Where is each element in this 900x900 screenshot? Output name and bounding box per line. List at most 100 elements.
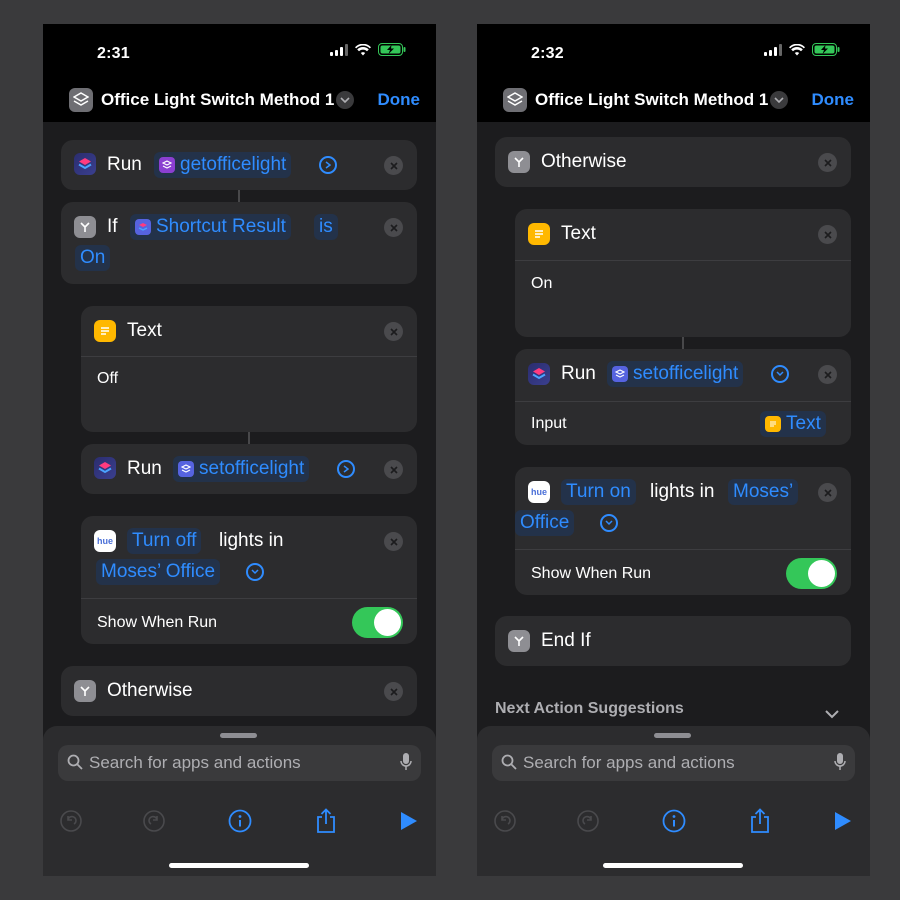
- play-icon[interactable]: [829, 808, 855, 834]
- action-sheet: Search for apps and actions: [43, 726, 436, 876]
- room-token[interactable]: Moses’: [728, 479, 799, 505]
- input-variable-token[interactable]: Text: [760, 411, 826, 437]
- close-icon[interactable]: [384, 532, 403, 551]
- hue-action-card[interactable]: hue Turn off lights in Moses’ Office Sho…: [81, 516, 417, 644]
- variable-name: Shortcut Result: [156, 216, 286, 237]
- play-icon[interactable]: [395, 808, 421, 834]
- microphone-icon[interactable]: [834, 753, 846, 776]
- connector-line: [238, 190, 240, 202]
- shortcut-name: setofficelight: [633, 363, 739, 384]
- shortcut-title[interactable]: Office Light Switch Method 1: [101, 90, 334, 110]
- otherwise-action-card[interactable]: Otherwise: [495, 137, 851, 187]
- redo-icon[interactable]: [141, 808, 167, 834]
- search-placeholder: Search for apps and actions: [523, 753, 735, 772]
- run-action-card[interactable]: Run setofficelight: [81, 444, 417, 494]
- show-when-run-label: Show When Run: [531, 565, 652, 582]
- text-action-title: Text: [561, 223, 596, 244]
- run-label: Run: [107, 154, 142, 175]
- operator-value: is: [319, 216, 333, 237]
- text-content-field[interactable]: On: [531, 275, 552, 293]
- share-icon[interactable]: [313, 808, 339, 834]
- room-value: Moses’ Office: [101, 561, 216, 582]
- shortcuts-icon: [74, 153, 96, 175]
- show-when-run-toggle[interactable]: [786, 558, 837, 589]
- share-icon[interactable]: [747, 808, 773, 834]
- shortcut-token[interactable]: setofficelight: [607, 361, 744, 387]
- room-token-continued[interactable]: Office: [515, 510, 575, 536]
- shortcut-title[interactable]: Office Light Switch Method 1: [535, 90, 768, 110]
- chevron-down-icon[interactable]: [770, 91, 788, 109]
- close-icon[interactable]: [818, 153, 837, 172]
- text-action-card[interactable]: Text On: [515, 209, 851, 337]
- status-bar: 2:32: [477, 24, 870, 82]
- action-sheet: Search for apps and actions: [477, 726, 870, 876]
- close-icon[interactable]: [384, 682, 403, 701]
- hue-icon: hue: [94, 530, 116, 552]
- conditional-icon: [508, 630, 530, 652]
- chevron-down-icon[interactable]: [771, 365, 789, 383]
- expand-chevron-icon[interactable]: [337, 460, 355, 478]
- end-if-action-card[interactable]: End If: [495, 616, 851, 666]
- shortcut-token[interactable]: setofficelight: [173, 456, 310, 482]
- chevron-down-icon[interactable]: [336, 91, 354, 109]
- signal-icon: [330, 43, 348, 61]
- action-token[interactable]: Turn on: [561, 479, 636, 505]
- variable-token[interactable]: Shortcut Result: [130, 214, 291, 240]
- connector-text: lights in: [219, 530, 284, 551]
- chevron-down-icon[interactable]: [600, 514, 618, 532]
- run-action-card[interactable]: Run setofficelight Input Text: [515, 349, 851, 445]
- shortcuts-icon: [69, 88, 93, 112]
- close-icon[interactable]: [384, 218, 403, 237]
- show-when-run-label: Show When Run: [97, 614, 218, 631]
- show-when-run-toggle[interactable]: [352, 607, 403, 638]
- chevron-down-icon[interactable]: [246, 563, 264, 581]
- info-icon[interactable]: [227, 808, 253, 834]
- shortcuts-icon: [159, 157, 175, 173]
- undo-icon[interactable]: [58, 808, 84, 834]
- signal-icon: [764, 43, 782, 61]
- expand-chevron-icon[interactable]: [319, 156, 337, 174]
- connector-line: [248, 432, 250, 444]
- undo-icon[interactable]: [492, 808, 518, 834]
- divider: [81, 356, 417, 357]
- connector-text: lights in: [650, 481, 715, 502]
- close-icon[interactable]: [818, 483, 837, 502]
- info-icon[interactable]: [661, 808, 687, 834]
- text-action-card[interactable]: Text Off: [81, 306, 417, 432]
- shortcuts-icon: [528, 363, 550, 385]
- close-icon[interactable]: [818, 225, 837, 244]
- room-token[interactable]: Moses’ Office: [96, 559, 221, 585]
- search-field[interactable]: Search for apps and actions: [492, 745, 855, 781]
- if-action-card[interactable]: If Shortcut Result is On: [61, 202, 417, 284]
- microphone-icon[interactable]: [400, 753, 412, 776]
- divider: [515, 260, 851, 261]
- close-icon[interactable]: [384, 156, 403, 175]
- otherwise-action-card[interactable]: Otherwise: [61, 666, 417, 716]
- shortcuts-icon: [135, 219, 151, 235]
- operator-token[interactable]: is: [314, 214, 338, 240]
- run-action-card[interactable]: Run getofficelight: [61, 140, 417, 190]
- bottom-toolbar: [43, 798, 436, 846]
- phone-screen-left: 2:31 Office Light Switch Method 1 Done R…: [43, 24, 436, 876]
- close-icon[interactable]: [384, 322, 403, 341]
- otherwise-label: Otherwise: [541, 151, 627, 172]
- sheet-grabber[interactable]: [220, 733, 257, 738]
- done-button[interactable]: Done: [378, 90, 421, 110]
- value-token[interactable]: On: [75, 245, 111, 271]
- search-field[interactable]: Search for apps and actions: [58, 745, 421, 781]
- text-content-field[interactable]: Off: [97, 370, 118, 388]
- hue-action-card[interactable]: hue Turn on lights in Moses’ Office Show…: [515, 467, 851, 595]
- close-icon[interactable]: [384, 460, 403, 479]
- home-indicator: [603, 863, 743, 868]
- action-value: Turn off: [132, 530, 197, 551]
- done-button[interactable]: Done: [812, 90, 855, 110]
- chevron-down-icon[interactable]: [825, 706, 839, 724]
- redo-icon[interactable]: [575, 808, 601, 834]
- next-action-suggestions-label[interactable]: Next Action Suggestions: [495, 700, 684, 718]
- wifi-icon: [355, 43, 371, 61]
- shortcut-token[interactable]: getofficelight: [154, 152, 292, 178]
- close-icon[interactable]: [818, 365, 837, 384]
- action-token[interactable]: Turn off: [127, 528, 202, 554]
- status-time: 2:32: [531, 45, 564, 62]
- sheet-grabber[interactable]: [654, 733, 691, 738]
